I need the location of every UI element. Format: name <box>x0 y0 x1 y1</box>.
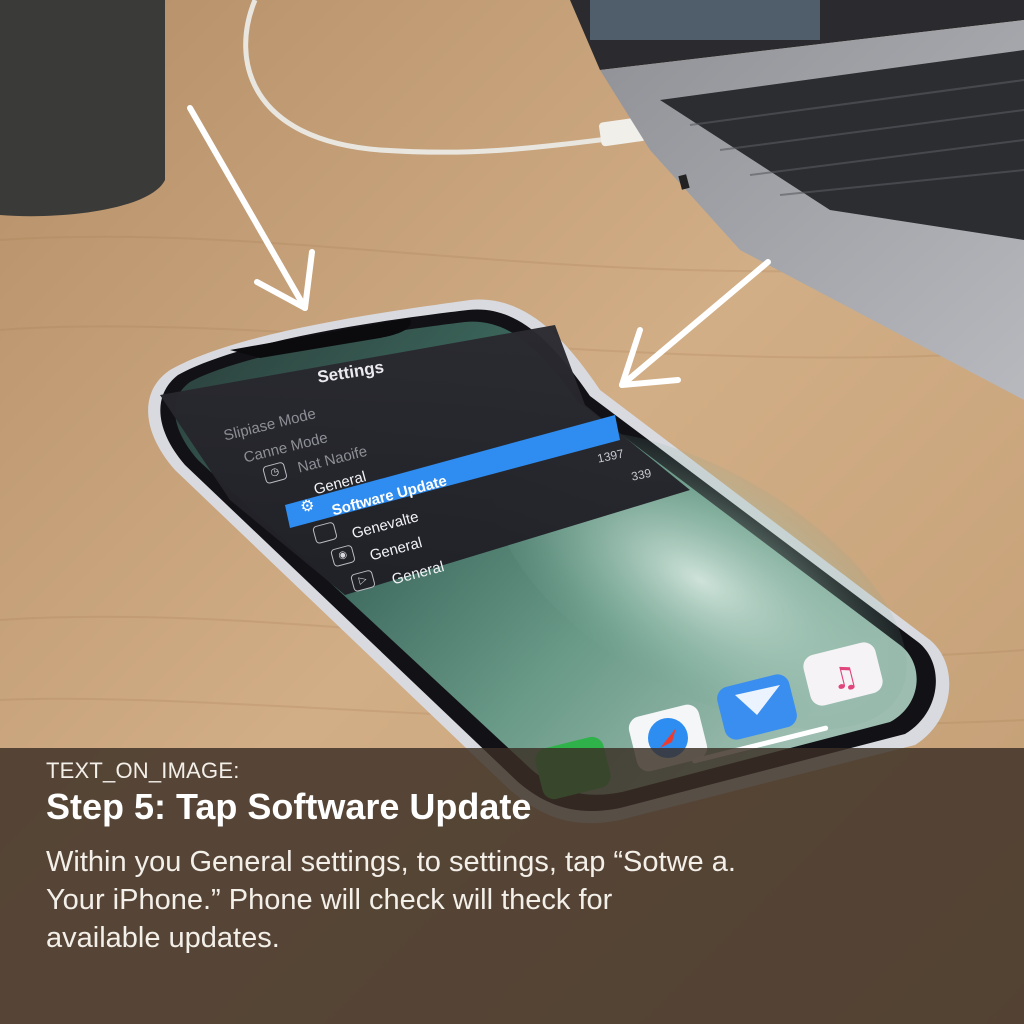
caption-line: Your iPhone.” Phone will check will thec… <box>46 884 613 916</box>
caption-title: Step 5: Tap Software Update <box>46 786 532 827</box>
caption-line: available updates. <box>46 922 280 954</box>
caption-tag: TEXT_ON_IMAGE: <box>46 758 240 783</box>
dark-mug <box>0 0 165 217</box>
caption-body: Within you General settings, to settings… <box>46 843 826 957</box>
caption-line: Within you General settings, to settings… <box>46 846 736 878</box>
